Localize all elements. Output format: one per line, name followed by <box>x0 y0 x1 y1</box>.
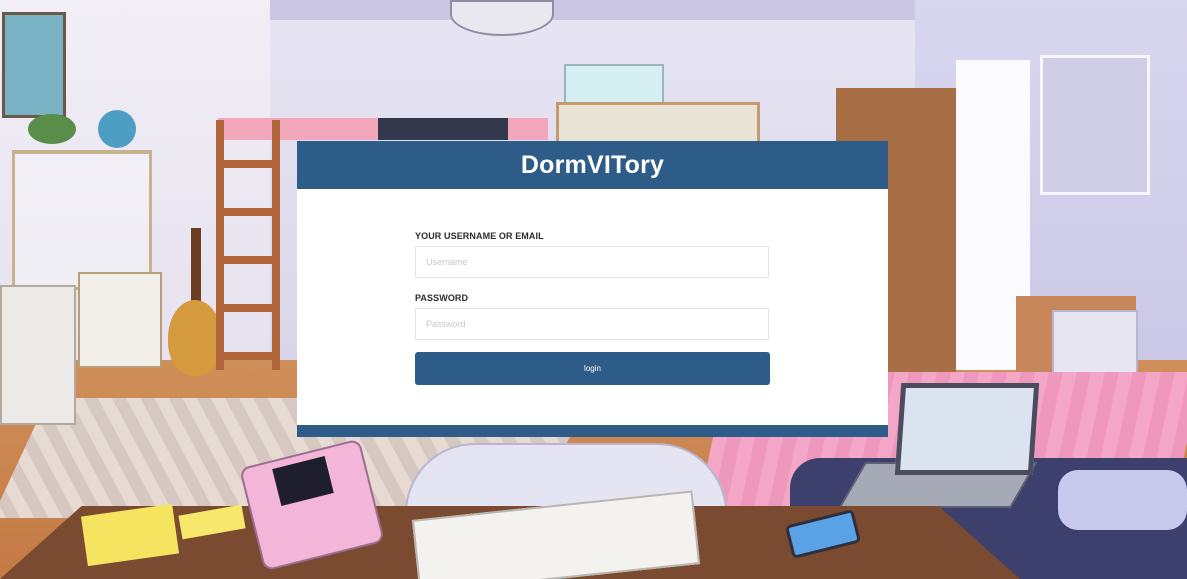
left-shelf <box>12 150 152 290</box>
username-label: YOUR USERNAME OR EMAIL <box>415 231 544 241</box>
password-label: PASSWORD <box>415 293 469 303</box>
login-card-footer-bar <box>297 425 888 437</box>
guitar <box>168 300 222 376</box>
globe <box>98 110 136 148</box>
login-card-header: DormVITory <box>297 141 888 189</box>
potted-plant <box>28 114 76 144</box>
loft-bed-blanket <box>378 118 508 140</box>
login-form: YOUR USERNAME OR EMAIL PASSWORD login <box>297 189 888 425</box>
guitar-neck <box>191 228 201 310</box>
pillow <box>1058 470 1187 530</box>
login-card: DormVITory YOUR USERNAME OR EMAIL PASSWO… <box>297 141 888 437</box>
right-wall-shelf <box>1040 55 1150 195</box>
laptop-screen <box>894 383 1040 475</box>
password-input[interactable] <box>415 308 769 340</box>
storage-boxes <box>564 64 664 104</box>
username-input[interactable] <box>415 246 769 278</box>
wall-map-poster <box>2 12 66 118</box>
login-button[interactable]: login <box>415 352 770 385</box>
wardrobe <box>556 102 760 144</box>
left-drawer-unit <box>0 285 76 425</box>
app-brand-title: DormVITory <box>520 150 665 179</box>
left-cabinet <box>78 272 162 368</box>
loft-bed-ladder <box>216 120 280 370</box>
